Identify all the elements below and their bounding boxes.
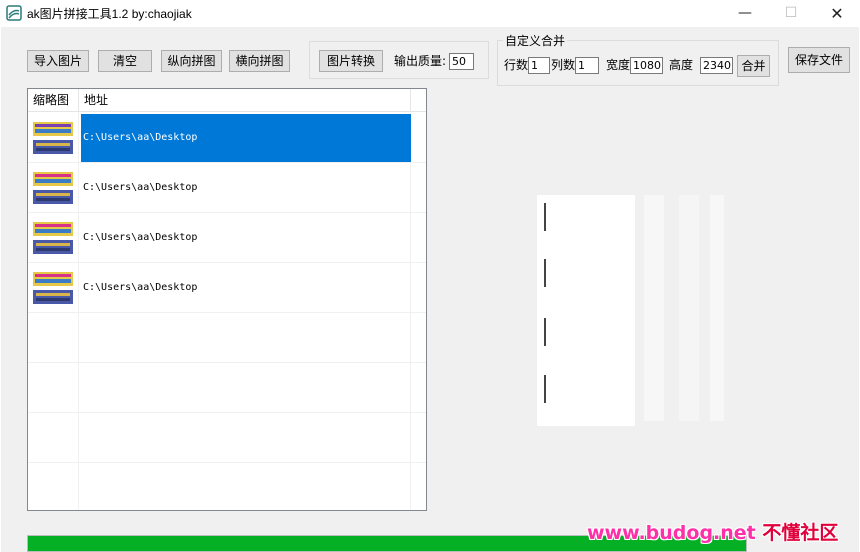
title-bar: ak图片拼接工具1.2 by:chaojiak — ☐ ✕ xyxy=(0,0,860,27)
preview-mark xyxy=(544,375,546,403)
list-header: 缩略图 地址 xyxy=(28,89,426,112)
merge-button[interactable]: 合并 xyxy=(737,55,770,77)
cols-input[interactable] xyxy=(575,57,599,74)
list-item[interactable]: C:\Users\aa\Desktop xyxy=(28,263,426,313)
column-thumbnail[interactable]: 缩略图 xyxy=(28,89,79,112)
save-file-button[interactable]: 保存文件 xyxy=(788,47,850,73)
thumbnail-image xyxy=(31,219,75,257)
column-address[interactable]: 地址 xyxy=(79,89,411,112)
empty-row xyxy=(28,463,426,510)
empty-row xyxy=(28,413,426,463)
watermark-name: 不懂社区 xyxy=(762,522,839,544)
height-input[interactable] xyxy=(700,57,733,74)
list-item[interactable]: C:\Users\aa\Desktop xyxy=(28,113,426,163)
list-item[interactable]: C:\Users\aa\Desktop xyxy=(28,163,426,213)
convert-image-button[interactable]: 图片转换 xyxy=(319,50,383,72)
empty-row xyxy=(28,313,426,363)
preview-shadow xyxy=(710,195,724,421)
app-logo-icon xyxy=(6,5,22,21)
import-images-button[interactable]: 导入图片 xyxy=(27,50,89,72)
thumbnail-image xyxy=(31,169,75,207)
clear-button[interactable]: 清空 xyxy=(98,50,152,72)
preview-image xyxy=(537,195,635,426)
preview-mark xyxy=(544,259,546,287)
rows-label: 行数 xyxy=(504,58,529,72)
empty-row xyxy=(28,363,426,413)
site-watermark: www.budog.net 不懂社区 xyxy=(587,518,838,545)
client-area: 导入图片 清空 纵向拼图 横向拼图 图片转换 输出质量: 自定义合并 行数 列数… xyxy=(1,27,859,552)
thumbnail-image xyxy=(31,119,75,157)
preview-mark xyxy=(544,203,546,231)
maximize-button[interactable]: ☐ xyxy=(768,0,814,27)
cols-label: 列数 xyxy=(551,58,576,72)
list-item-path: C:\Users\aa\Desktop xyxy=(83,282,198,293)
image-list[interactable]: 缩略图 地址 C:\Users\aa\Desktop C:\Users\aa\D… xyxy=(27,88,427,511)
quality-input[interactable] xyxy=(449,53,474,70)
preview-shadow xyxy=(679,195,699,421)
minimize-button[interactable]: — xyxy=(722,0,768,27)
close-button[interactable]: ✕ xyxy=(814,0,860,27)
horizontal-stitch-button[interactable]: 横向拼图 xyxy=(229,50,290,72)
width-input[interactable] xyxy=(630,57,663,74)
thumbnail-image xyxy=(31,269,75,307)
rows-input[interactable] xyxy=(528,57,550,74)
preview-shadow xyxy=(644,195,664,421)
list-item[interactable]: C:\Users\aa\Desktop xyxy=(28,213,426,263)
preview-mark xyxy=(544,318,546,346)
list-item-path: C:\Users\aa\Desktop xyxy=(83,182,198,193)
watermark-url: www.budog.net xyxy=(587,522,756,544)
quality-label: 输出质量: xyxy=(394,54,447,68)
custom-merge-legend: 自定义合并 xyxy=(503,32,568,49)
width-label: 宽度 xyxy=(606,58,631,72)
list-item-path: C:\Users\aa\Desktop xyxy=(81,114,411,162)
height-label: 高度 xyxy=(669,58,694,72)
window-title: ak图片拼接工具1.2 by:chaojiak xyxy=(27,7,192,21)
vertical-stitch-button[interactable]: 纵向拼图 xyxy=(161,50,222,72)
list-item-path: C:\Users\aa\Desktop xyxy=(83,232,198,243)
